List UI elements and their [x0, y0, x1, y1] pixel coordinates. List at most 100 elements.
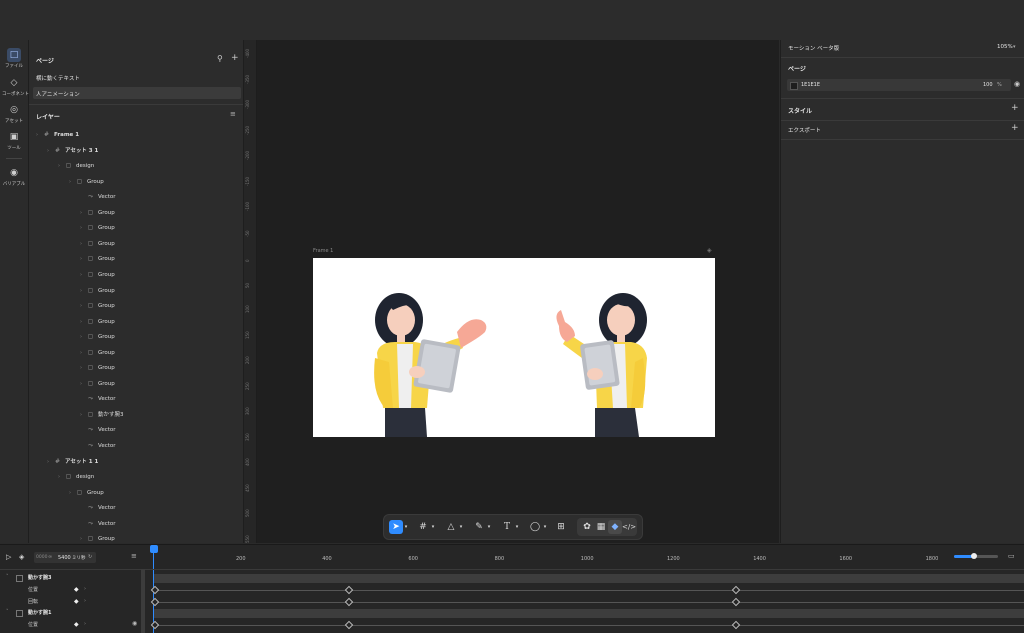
layer-row[interactable]: › ▢ Group — [69, 175, 104, 189]
playhead-handle[interactable] — [150, 545, 158, 553]
chevron-down-icon[interactable]: ▾ — [542, 520, 548, 534]
shape-tool-icon[interactable]: △ — [444, 520, 458, 534]
layer-row[interactable]: ⤳ Vector — [80, 517, 115, 531]
timeline-tick-label: 1200 — [667, 556, 680, 562]
track-bar[interactable] — [154, 609, 1024, 619]
zoom-level[interactable]: 105% — [997, 44, 1013, 50]
time-display[interactable]: 0000 ∞ 5400 ミリ秒 ↻ — [34, 552, 96, 563]
timeline-track-row[interactable]: ◆ › 回転 — [0, 597, 1024, 608]
layer-row[interactable]: ⤳ Vector — [80, 439, 115, 453]
play-icon[interactable]: ▷ — [6, 553, 11, 561]
chevron-down-icon[interactable]: ▾ — [514, 520, 520, 534]
page-item[interactable]: 横に動くテキスト — [29, 71, 241, 84]
layer-row[interactable]: › ▢ Group — [80, 361, 115, 375]
chevron-down-icon[interactable]: ▾ — [486, 520, 492, 534]
layer-row[interactable]: ⤳ Vector — [80, 392, 115, 406]
layer-row[interactable]: › ▢ Group — [80, 237, 115, 251]
layer-row[interactable]: › # アセット 3 1 — [47, 144, 98, 158]
layer-row[interactable]: › ▢ design — [58, 159, 94, 173]
prototype-mode-icon[interactable]: ◆ — [608, 520, 622, 534]
chevron-down-icon[interactable]: ▾ — [430, 520, 436, 534]
layer-row[interactable]: › ▢ Group — [80, 299, 115, 313]
page-color-field[interactable]: 1E1E1E 100 % — [787, 79, 1011, 91]
component-tool[interactable]: ◇ コーポネント — [2, 76, 29, 97]
keyframe-marker[interactable] — [150, 585, 160, 595]
timeline-track-row[interactable]: ˅ 動かす腕1 — [0, 608, 1024, 619]
asset-tool[interactable]: ◎ アセット — [2, 103, 26, 124]
frame-tool-icon[interactable]: # — [416, 520, 430, 534]
frame-label[interactable]: Frame 1 — [313, 248, 333, 254]
file-tool[interactable]: □ ファイル — [2, 48, 26, 69]
text-tool-icon[interactable]: T — [500, 520, 514, 534]
keyframe-icon[interactable]: ◈ — [19, 553, 24, 561]
design-mode-icon[interactable]: ▦ — [594, 520, 608, 534]
dev-mode-icon[interactable]: </> — [622, 520, 636, 534]
next-keyframe-icon[interactable]: › — [84, 621, 86, 627]
motion-tab[interactable]: モーション ベータ版 — [788, 44, 839, 52]
chevron-down-icon[interactable]: ˅ — [6, 609, 9, 615]
color-swatch[interactable] — [790, 82, 798, 90]
keyframe-marker[interactable] — [344, 620, 354, 630]
eye-icon[interactable]: ◉ — [132, 620, 137, 627]
layer-row[interactable]: › ▢ 動かす腕3 — [80, 408, 124, 422]
frame-1[interactable] — [313, 258, 715, 437]
chevron-down-icon[interactable]: ▾ — [458, 520, 464, 534]
layer-row[interactable]: › ▢ Group — [80, 252, 115, 266]
track-bar[interactable] — [154, 574, 1024, 583]
layer-row[interactable]: › ▢ Group — [80, 268, 115, 282]
keyframe-toggle-icon[interactable]: ◆ — [74, 586, 79, 593]
page-item-selected[interactable]: 人アニメーション — [33, 87, 241, 99]
keyframe-toggle-icon[interactable]: ◆ — [74, 621, 79, 628]
draw-mode-icon[interactable]: ✿ — [580, 520, 594, 534]
chevron-down-icon[interactable]: ▾ — [1013, 44, 1016, 50]
zoom-slider-track[interactable] — [954, 553, 998, 559]
layer-filter-icon[interactable]: ≡ — [230, 110, 236, 118]
layer-row[interactable]: › ▢ Group — [69, 486, 104, 500]
layer-row[interactable]: › ▢ Group — [80, 315, 115, 329]
keyframe-marker[interactable] — [731, 597, 741, 606]
layer-row[interactable]: › # アセット 1 1 — [47, 455, 98, 469]
timeline-track-row[interactable]: ◆ › 位置 ◉ — [0, 620, 1024, 631]
keyframe-marker[interactable] — [344, 597, 354, 606]
timeline-track-row[interactable]: ◆ › 位置 — [0, 585, 1024, 596]
layer-row[interactable]: › # Frame 1 — [36, 128, 79, 142]
layer-row[interactable]: › ▢ Group — [80, 221, 115, 235]
timeline-panel-icon[interactable]: ▭ — [1008, 552, 1015, 560]
keyframe-toggle-icon[interactable]: ◆ — [74, 598, 79, 605]
resources-icon[interactable]: ⊞ — [554, 520, 568, 534]
layer-row[interactable]: ⤳ Vector — [80, 501, 115, 515]
variable-tool[interactable]: ◉ バリアブル — [2, 166, 26, 187]
layer-row[interactable]: ⤳ Vector — [80, 423, 115, 437]
add-style-icon[interactable]: + — [1011, 103, 1019, 113]
zoom-slider-knob[interactable] — [971, 553, 977, 559]
chevron-down-icon[interactable]: ˅ — [6, 574, 9, 580]
next-keyframe-icon[interactable]: › — [84, 598, 86, 604]
add-page-icon[interactable]: + — [231, 53, 239, 63]
page-color-value[interactable]: 1E1E1E — [801, 82, 820, 88]
keyframe-marker[interactable] — [731, 620, 741, 630]
search-icon[interactable]: ⚲ — [217, 54, 223, 63]
comment-tool-icon[interactable]: ◯ — [528, 520, 542, 534]
page-opacity-value[interactable]: 100 — [983, 82, 993, 88]
layer-row[interactable]: › ▢ Group — [80, 206, 115, 220]
pen-tool-icon[interactable]: ✎ — [472, 520, 486, 534]
keyframe-marker[interactable] — [731, 585, 741, 595]
layer-row[interactable]: › ▢ Group — [80, 377, 115, 391]
layer-row[interactable]: › ▢ Group — [80, 346, 115, 360]
keyframe-marker[interactable] — [150, 597, 160, 606]
keyframe-marker[interactable] — [344, 585, 354, 595]
eye-icon[interactable]: ◉ — [1014, 80, 1020, 88]
frame-settings-icon[interactable]: ◈ — [707, 247, 712, 254]
toolbox-tool[interactable]: ▣ ツール — [2, 130, 26, 151]
timeline-filter-icon[interactable]: ≡ — [131, 552, 137, 560]
keyframe-marker[interactable] — [150, 620, 160, 630]
next-keyframe-icon[interactable]: › — [84, 586, 86, 592]
timeline-track-row[interactable]: ˅ 動かす腕3 — [0, 573, 1024, 584]
add-export-icon[interactable]: + — [1011, 123, 1019, 133]
chevron-down-icon[interactable]: ▾ — [403, 520, 409, 534]
move-tool-icon[interactable]: ➤ — [389, 520, 403, 534]
layer-row[interactable]: ⤳ Vector — [80, 190, 115, 204]
layer-row[interactable]: › ▢ design — [58, 470, 94, 484]
layer-row[interactable]: › ▢ Group — [80, 330, 115, 344]
layer-row[interactable]: › ▢ Group — [80, 284, 115, 298]
